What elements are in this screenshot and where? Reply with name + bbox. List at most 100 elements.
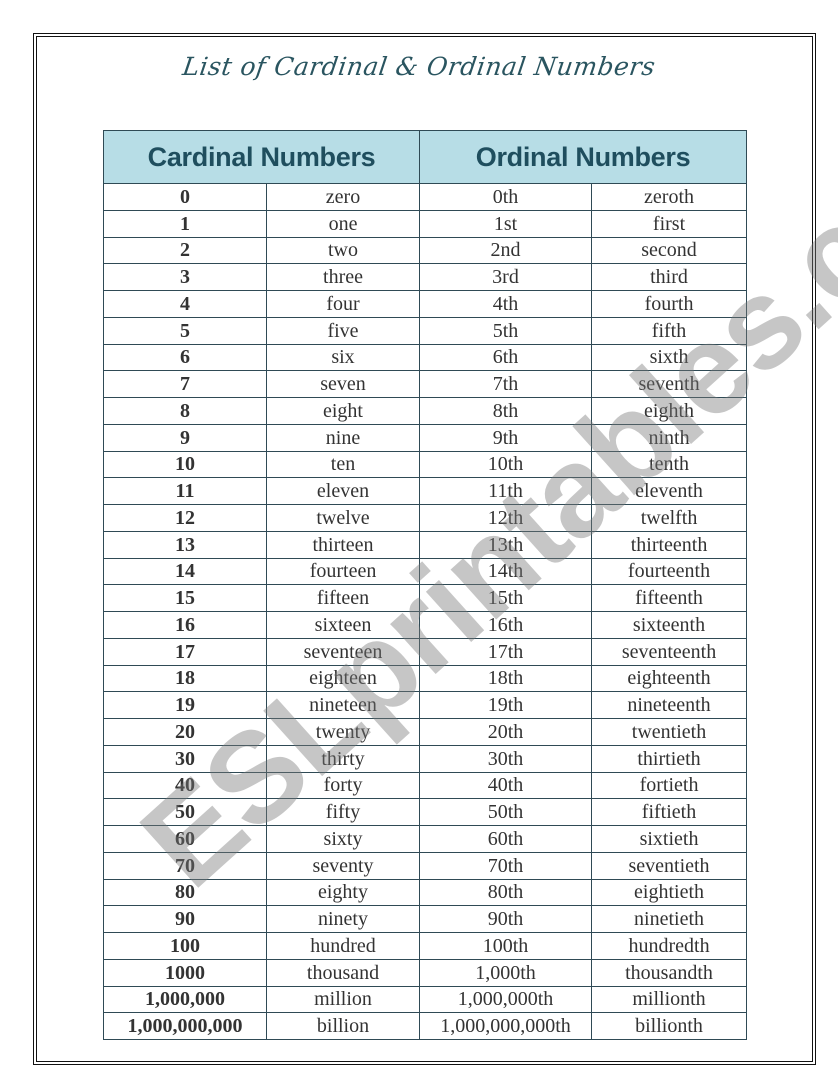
table-row: 1 one 1st first: [103, 209, 748, 238]
cardinal-word-cell: fifty: [265, 798, 421, 826]
cardinal-number-cell: 10: [103, 450, 267, 479]
table-row: 17 seventeen 17th seventeenth: [103, 637, 748, 666]
ordinal-number-cell: 1,000th: [419, 958, 593, 987]
cardinal-number-cell: 7: [103, 370, 267, 398]
page-title: List of Cardinal & Ordinal Numbers: [180, 52, 658, 81]
ordinal-word-cell: zeroth: [591, 183, 748, 211]
cardinal-word-cell: billion: [265, 1012, 421, 1040]
ordinal-word-cell: ninth: [591, 423, 748, 452]
ordinal-number-cell: 4th: [419, 290, 593, 318]
table-row: 5 five 5th fifth: [103, 316, 748, 345]
header-ordinal: Ordinal Numbers: [419, 130, 748, 184]
table-row: 30 thirty 30th thirtieth: [103, 744, 748, 773]
cardinal-word-cell: three: [265, 263, 421, 291]
ordinal-word-cell: fourth: [591, 290, 748, 318]
ordinal-word-cell: first: [591, 209, 748, 238]
ordinal-number-cell: 10th: [419, 450, 593, 479]
ordinal-number-cell: 30th: [419, 744, 593, 773]
table-row: 15 fifteen 15th fifteenth: [103, 584, 748, 612]
ordinal-number-cell: 6th: [419, 343, 593, 372]
table-row: 10 ten 10th tenth: [103, 450, 748, 479]
ordinal-word-cell: sixtieth: [591, 825, 748, 853]
ordinal-word-cell: third: [591, 263, 748, 291]
cardinal-number-cell: 100: [103, 932, 267, 960]
cardinal-word-cell: five: [265, 316, 421, 345]
cardinal-number-cell: 5: [103, 316, 267, 345]
table-row: 1,000,000 million 1,000,000th millionth: [103, 985, 748, 1014]
ordinal-word-cell: millionth: [591, 985, 748, 1014]
table-row: 0 zero 0th zeroth: [103, 183, 748, 211]
cardinal-number-cell: 90: [103, 905, 267, 933]
ordinal-number-cell: 7th: [419, 370, 593, 398]
ordinal-number-cell: 50th: [419, 798, 593, 826]
ordinal-number-cell: 3rd: [419, 263, 593, 291]
cardinal-number-cell: 18: [103, 664, 267, 693]
ordinal-number-cell: 13th: [419, 530, 593, 559]
table-row: 11 eleven 11th eleventh: [103, 477, 748, 505]
numbers-table: Cardinal Numbers Ordinal Numbers 0 zero 0t…: [102, 130, 748, 1040]
ordinal-word-cell: hundredth: [591, 932, 748, 960]
ordinal-word-cell: billionth: [591, 1012, 748, 1040]
table-row: 80 eighty 80th eightieth: [103, 878, 748, 907]
table-row: 70 seventy 70th seventieth: [103, 851, 748, 880]
cardinal-word-cell: eighty: [265, 878, 421, 907]
ordinal-word-cell: seventh: [591, 370, 748, 398]
cardinal-word-cell: hundred: [265, 932, 421, 960]
table-row: 13 thirteen 13th thirteenth: [103, 530, 748, 559]
ordinal-word-cell: nineteenth: [591, 691, 748, 719]
ordinal-word-cell: fifteenth: [591, 584, 748, 612]
ordinal-word-cell: fourteenth: [591, 557, 748, 586]
cardinal-number-cell: 8: [103, 397, 267, 425]
cardinal-word-cell: seventy: [265, 851, 421, 880]
ordinal-number-cell: 17th: [419, 637, 593, 666]
ordinal-number-cell: 16th: [419, 611, 593, 639]
cardinal-number-cell: 0: [103, 183, 267, 211]
ordinal-number-cell: 2nd: [419, 236, 593, 265]
cardinal-word-cell: nineteen: [265, 691, 421, 719]
ordinal-number-cell: 19th: [419, 691, 593, 719]
cardinal-number-cell: 16: [103, 611, 267, 639]
ordinal-number-cell: 60th: [419, 825, 593, 853]
table-row: 60 sixty 60th sixtieth: [103, 825, 748, 853]
ordinal-word-cell: twelfth: [591, 504, 748, 532]
ordinal-word-cell: sixteenth: [591, 611, 748, 639]
ordinal-word-cell: twentieth: [591, 718, 748, 746]
cardinal-word-cell: thirteen: [265, 530, 421, 559]
table-row: 14 fourteen 14th fourteenth: [103, 557, 748, 586]
ordinal-word-cell: eightieth: [591, 878, 748, 907]
cardinal-word-cell: fifteen: [265, 584, 421, 612]
cardinal-number-cell: 1: [103, 209, 267, 238]
cardinal-number-cell: 80: [103, 878, 267, 907]
ordinal-number-cell: 80th: [419, 878, 593, 907]
cardinal-word-cell: million: [265, 985, 421, 1014]
cardinal-number-cell: 4: [103, 290, 267, 318]
cardinal-number-cell: 3: [103, 263, 267, 291]
cardinal-word-cell: eight: [265, 397, 421, 425]
cardinal-word-cell: eleven: [265, 477, 421, 505]
table-row: 90 ninety 90th ninetieth: [103, 905, 748, 933]
cardinal-word-cell: seventeen: [265, 637, 421, 666]
cardinal-number-cell: 30: [103, 744, 267, 773]
cardinal-number-cell: 1,000,000: [103, 985, 267, 1014]
table-row: 3 three 3rd third: [103, 263, 748, 291]
ordinal-word-cell: eighth: [591, 397, 748, 425]
table-row: 20 twenty 20th twentieth: [103, 718, 748, 746]
ordinal-number-cell: 9th: [419, 423, 593, 452]
table-row: 100 hundred 100th hundredth: [103, 932, 748, 960]
cardinal-number-cell: 50: [103, 798, 267, 826]
cardinal-number-cell: 70: [103, 851, 267, 880]
ordinal-word-cell: seventieth: [591, 851, 748, 880]
cardinal-number-cell: 9: [103, 423, 267, 452]
cardinal-word-cell: sixteen: [265, 611, 421, 639]
ordinal-word-cell: fiftieth: [591, 798, 748, 826]
ordinal-word-cell: sixth: [591, 343, 748, 372]
ordinal-number-cell: 12th: [419, 504, 593, 532]
table-row: 8 eight 8th eighth: [103, 397, 748, 425]
ordinal-number-cell: 70th: [419, 851, 593, 880]
ordinal-word-cell: thirteenth: [591, 530, 748, 559]
table-row: 4 four 4th fourth: [103, 290, 748, 318]
cardinal-word-cell: twelve: [265, 504, 421, 532]
ordinal-word-cell: second: [591, 236, 748, 265]
cardinal-word-cell: one: [265, 209, 421, 238]
cardinal-number-cell: 40: [103, 771, 267, 800]
